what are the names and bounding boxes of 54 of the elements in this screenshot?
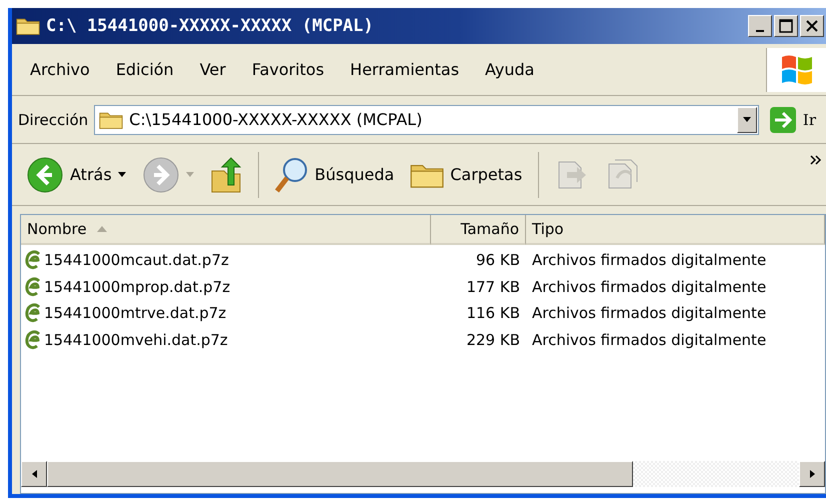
windows-flag-icon	[780, 53, 814, 87]
search-icon	[274, 156, 309, 192]
file-name[interactable]: 15441000mcaut.dat.p7z	[21, 250, 431, 270]
signed-file-icon	[25, 303, 43, 324]
close-button[interactable]	[800, 15, 824, 37]
file-name[interactable]: 15441000mvehi.dat.p7z	[21, 330, 431, 350]
back-button[interactable]: Atrás	[22, 154, 130, 196]
menu-item[interactable]: Edición	[116, 60, 174, 79]
go-button[interactable]: Ir	[764, 106, 820, 134]
folder-up-icon	[210, 156, 242, 192]
file-type: Archivos firmados digitalmente	[531, 251, 768, 270]
minimize-button[interactable]	[748, 15, 772, 37]
file-size: 177 KB	[465, 278, 521, 296]
menu-item[interactable]: Ver	[200, 60, 226, 79]
file-type: Archivos firmados digitalmente	[531, 304, 768, 322]
maximize-button[interactable]	[774, 15, 798, 37]
caret-icon	[742, 117, 751, 122]
folder-icon	[16, 16, 40, 36]
caret-icon	[118, 172, 126, 177]
file-type: Archivos firmados digitalmente	[531, 278, 768, 296]
file-type: Archivos firmados digitalmente	[531, 330, 768, 349]
minimize-icon	[756, 30, 764, 32]
folders-button[interactable]: Carpetas	[406, 158, 526, 190]
maximize-icon	[779, 19, 793, 33]
address-label: Dirección	[18, 110, 88, 128]
search-button[interactable]: Búsqueda	[270, 154, 398, 194]
horizontal-scrollbar[interactable]	[21, 461, 825, 487]
scroll-thumb[interactable]	[47, 461, 633, 487]
scroll-right-button[interactable]	[799, 461, 825, 487]
chevron-icon	[810, 155, 822, 165]
column-header[interactable]: Tipo	[526, 215, 825, 245]
menu-item[interactable]: Archivo	[30, 60, 90, 79]
column-header[interactable]: Nombre	[21, 215, 431, 245]
signed-file-icon	[25, 276, 43, 297]
menu-item[interactable]: Ayuda	[485, 60, 534, 79]
right-arrow-icon	[810, 470, 814, 478]
left-arrow-icon	[32, 470, 36, 478]
dropdown-button[interactable]	[736, 106, 757, 132]
signed-file-icon	[25, 330, 43, 350]
file-name[interactable]: 15441000mtrve.dat.p7z	[21, 303, 431, 324]
address-field[interactable]: C:\15441000-XXXXX-XXXXX (MCPAL)	[94, 104, 759, 134]
menu-item[interactable]: Herramientas	[350, 60, 460, 79]
window-title: C:\ 15441000-XXXXX-XXXXX (MCPAL)	[46, 16, 375, 36]
signed-file-icon	[25, 250, 43, 270]
scroll-left-button[interactable]	[21, 461, 47, 487]
caret-icon	[186, 172, 194, 177]
file-size: 96 KB	[475, 251, 521, 270]
column-header[interactable]: Tamaño	[431, 215, 526, 245]
close-icon	[806, 20, 818, 32]
file-size: 116 KB	[465, 304, 521, 322]
file-name[interactable]: 15441000mprop.dat.p7z	[21, 276, 431, 297]
menu-item[interactable]: Favoritos	[252, 60, 324, 79]
file-size: 229 KB	[465, 330, 521, 349]
sort-ascending-icon	[96, 226, 107, 232]
